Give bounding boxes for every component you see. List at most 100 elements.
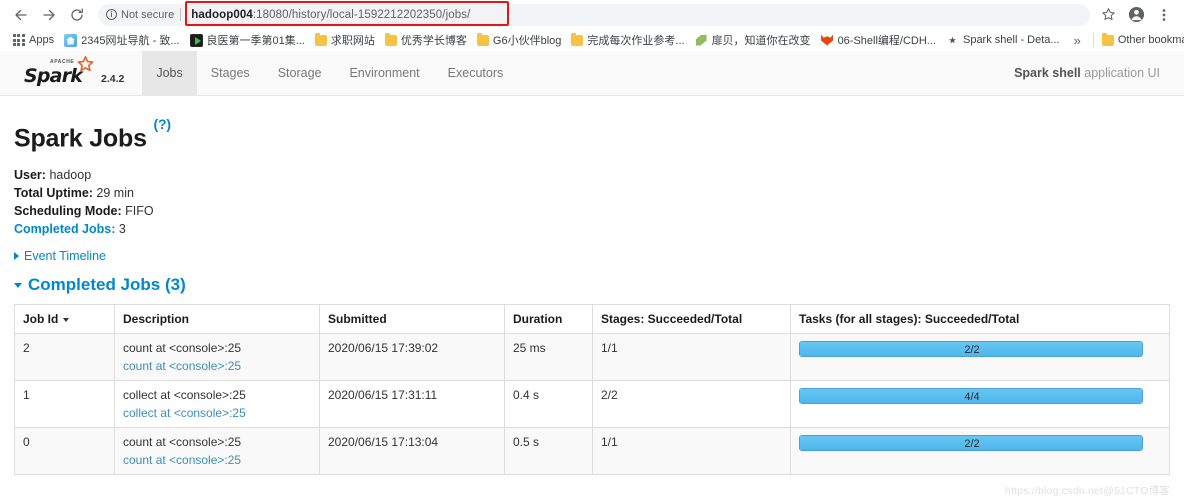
completed-jobs-section-toggle[interactable]: Completed Jobs (3) xyxy=(14,275,1170,295)
cell-submitted: 2020/06/15 17:13:04 xyxy=(319,427,505,476)
other-bookmarks-button[interactable]: Other bookmarks xyxy=(1098,32,1184,48)
bookmark-item[interactable]: ★ Spark shell - Deta... xyxy=(942,32,1066,49)
folder-icon xyxy=(1101,32,1114,46)
bookmark-item[interactable]: 优秀学长博客 xyxy=(381,30,473,50)
column-header-submitted[interactable]: Submitted xyxy=(319,304,505,335)
cell-submitted: 2020/06/15 17:39:02 xyxy=(319,333,505,382)
spark-nav-tabs: Jobs Stages Storage Environment Executor… xyxy=(142,50,518,96)
table-row: 0 count at <console>:25 count at <consol… xyxy=(14,427,1170,476)
bookmarks-divider xyxy=(1092,33,1094,47)
video-favicon xyxy=(189,33,203,47)
description-link[interactable]: collect at <console>:25 xyxy=(123,406,311,420)
tab-executors[interactable]: Executors xyxy=(434,51,518,96)
help-link[interactable]: (?) xyxy=(154,116,171,132)
cell-duration: 25 ms xyxy=(504,333,593,382)
bookmark-star-icon[interactable] xyxy=(1096,3,1120,27)
tab-jobs[interactable]: Jobs xyxy=(142,50,197,96)
profile-avatar-icon[interactable] xyxy=(1124,3,1148,27)
bookmark-item[interactable]: 06-Shell编程/CDH... xyxy=(817,30,942,50)
tab-environment[interactable]: Environment xyxy=(335,51,433,96)
description-text: collect at <console>:25 xyxy=(123,388,246,403)
cell-tasks: 2/2 xyxy=(790,333,1170,382)
cell-job-id: 1 xyxy=(14,380,115,429)
three-dot-menu-icon[interactable] xyxy=(1152,3,1176,27)
summary-completed-row: Completed Jobs: 3 xyxy=(14,221,1170,239)
event-timeline-toggle[interactable]: Event Timeline xyxy=(14,249,1170,263)
folder-icon xyxy=(476,32,489,46)
other-bookmarks-group: Other bookmarks xyxy=(1089,32,1184,48)
info-circle-icon: i xyxy=(106,9,117,20)
bookmark-label: 良医第一季第01集... xyxy=(206,35,305,47)
security-label: Not secure xyxy=(121,8,175,21)
tasks-progress-label: 4/4 xyxy=(964,391,980,404)
column-header-job-id[interactable]: Job Id xyxy=(14,304,115,335)
forward-arrow-icon[interactable] xyxy=(36,2,62,28)
url-path: :18080/history/local-1592212202350/jobs/ xyxy=(252,8,471,21)
application-ui-label: Spark shell application UI xyxy=(1014,66,1170,80)
folder-icon xyxy=(314,32,327,46)
completed-jobs-link[interactable]: Completed Jobs: xyxy=(14,222,115,236)
table-body: 2 count at <console>:25 count at <consol… xyxy=(14,333,1170,476)
user-value: hadoop xyxy=(49,168,92,183)
leaf-favicon xyxy=(694,33,708,47)
summary-scheduling-row: Scheduling Mode: FIFO xyxy=(14,203,1170,221)
bookmark-item[interactable]: 求职网站 xyxy=(311,30,381,50)
cell-tasks: 4/4 xyxy=(790,380,1170,429)
apps-grid-icon xyxy=(12,34,25,47)
toolbar-right-icons xyxy=(1096,3,1176,27)
bookmark-label: Spark shell - Deta... xyxy=(962,34,1060,46)
navigation-buttons xyxy=(8,2,90,28)
bookmark-label: 优秀学长博客 xyxy=(400,35,467,47)
job-summary: User: hadoop Total Uptime: 29 min Schedu… xyxy=(14,167,1170,238)
completed-jobs-count: 3 xyxy=(118,221,126,236)
application-ui-suffix: application UI xyxy=(1080,66,1160,80)
bookmark-label: 2345网址导航 - 致... xyxy=(81,35,180,47)
column-header-duration[interactable]: Duration xyxy=(504,304,593,335)
browser-window: i Not secure hadoop004:18080/history/loc… xyxy=(0,0,1184,503)
fox-favicon xyxy=(821,34,834,47)
user-label: User: xyxy=(14,168,46,183)
column-label: Job Id xyxy=(23,312,59,327)
cell-submitted: 2020/06/15 17:31:11 xyxy=(319,380,505,429)
spark-logo-link[interactable]: APACHE Spark 2.4.2 xyxy=(24,56,124,88)
url-text: hadoop004:18080/history/local-1592212202… xyxy=(181,9,470,21)
bookmark-item[interactable]: G6小伙伴blog xyxy=(473,30,567,50)
cell-description: count at <console>:25 count at <console>… xyxy=(114,333,320,382)
tab-storage[interactable]: Storage xyxy=(264,51,336,96)
bookmark-label: 求职网站 xyxy=(330,35,375,47)
bookmark-item[interactable]: 2345网址导航 - 致... xyxy=(60,30,185,50)
back-arrow-icon[interactable] xyxy=(8,2,34,28)
browser-toolbar: i Not secure hadoop004:18080/history/loc… xyxy=(0,0,1184,29)
tasks-progress-bar: 4/4 xyxy=(799,388,1143,405)
column-header-tasks[interactable]: Tasks (for all stages): Succeeded/Total xyxy=(790,304,1170,335)
bookmark-item[interactable]: 扉贝，知道你在改变 xyxy=(691,30,817,50)
bookmark-label: 06-Shell编程/CDH... xyxy=(837,35,936,47)
tasks-progress-bar: 2/2 xyxy=(799,341,1143,358)
url-host: hadoop004 xyxy=(191,8,253,21)
bookmarks-overflow-button[interactable]: » xyxy=(1066,33,1089,48)
apps-shortcut[interactable]: Apps xyxy=(8,32,60,49)
reload-icon[interactable] xyxy=(64,2,90,28)
description-link[interactable]: count at <console>:25 xyxy=(123,359,311,373)
tab-stages[interactable]: Stages xyxy=(197,51,264,96)
spark-navbar: APACHE Spark 2.4.2 Jobs Stages Storage E… xyxy=(0,50,1184,96)
scheduling-value: FIFO xyxy=(125,203,154,218)
description-link[interactable]: count at <console>:25 xyxy=(123,453,311,467)
scheduling-label: Scheduling Mode: xyxy=(14,203,122,218)
cell-stages: 1/1 xyxy=(592,333,791,382)
bookmark-item[interactable]: 完成每次作业参考... xyxy=(567,30,690,50)
cell-stages: 2/2 xyxy=(592,380,791,429)
url-field[interactable]: hadoop004:18080/history/local-1592212202… xyxy=(181,0,1088,26)
description-text: count at <console>:25 xyxy=(123,435,242,450)
bookmark-label: 完成每次作业参考... xyxy=(587,35,685,47)
security-status[interactable]: i Not secure xyxy=(106,9,180,21)
uptime-label: Total Uptime: xyxy=(14,186,93,201)
cell-job-id: 0 xyxy=(14,427,115,476)
bookmark-item[interactable]: 良医第一季第01集... xyxy=(186,30,311,50)
column-header-description[interactable]: Description xyxy=(114,304,320,335)
address-bar[interactable]: i Not secure hadoop004:18080/history/loc… xyxy=(98,0,1090,26)
bookmark-label: G6小伙伴blog xyxy=(492,35,562,47)
column-header-stages[interactable]: Stages: Succeeded/Total xyxy=(592,304,791,335)
summary-user-row: User: hadoop xyxy=(14,167,1170,185)
tasks-progress-label: 2/2 xyxy=(964,344,980,357)
